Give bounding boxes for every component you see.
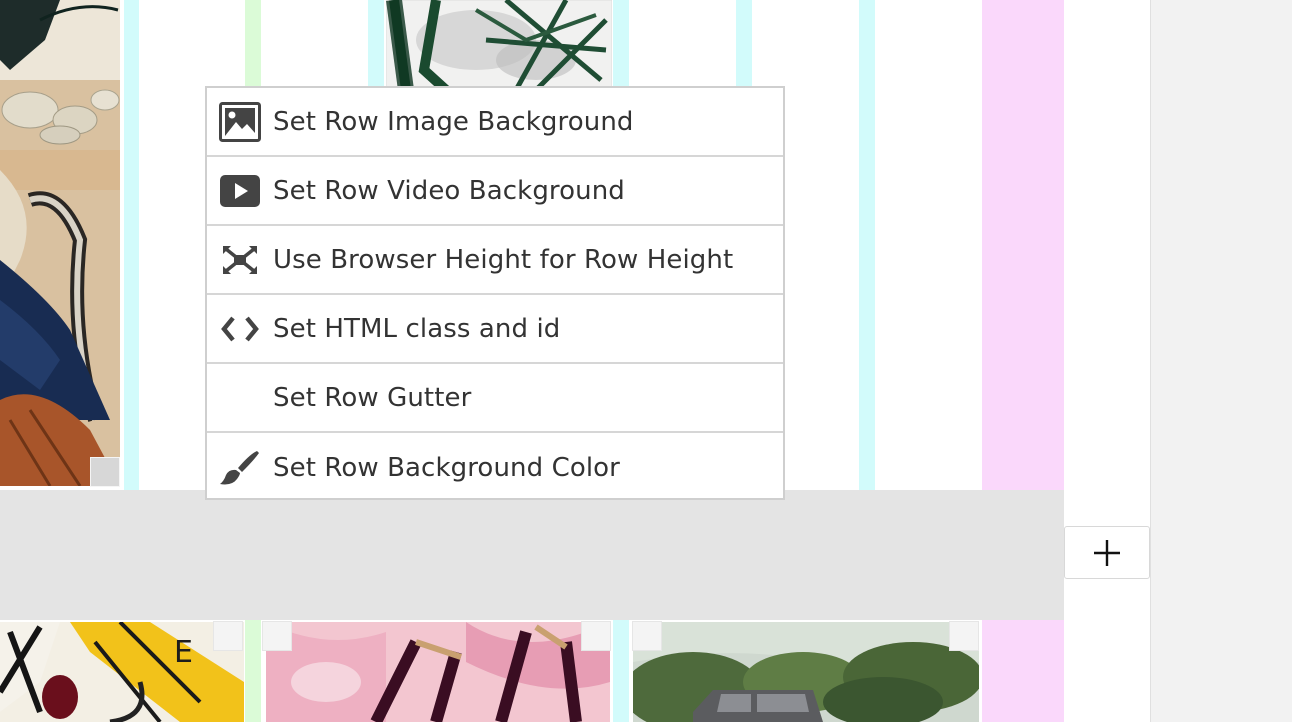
artwork-resize-handle[interactable] <box>632 621 662 651</box>
column-guide <box>982 620 1064 722</box>
menu-item-label: Set HTML class and id <box>273 313 561 344</box>
column-guide <box>982 0 1064 490</box>
menu-item-background-color[interactable]: Set Row Background Color <box>207 433 783 502</box>
artwork-resize-handle[interactable] <box>262 621 292 651</box>
column-guide <box>124 0 139 490</box>
image-icon <box>207 87 273 156</box>
add-row-button[interactable] <box>1064 526 1150 579</box>
blank-icon <box>207 363 273 432</box>
artwork-resize-handle[interactable] <box>213 621 243 651</box>
paintbrush-icon <box>207 433 273 502</box>
column-guide <box>245 620 261 722</box>
plus-icon <box>1094 539 1120 566</box>
artwork-resize-handle[interactable] <box>949 621 979 651</box>
row-gap <box>0 490 1064 620</box>
menu-item-html-class-id[interactable]: Set HTML class and id <box>207 295 783 364</box>
artwork-resize-handle[interactable] <box>90 457 120 487</box>
artwork-ink-figure[interactable] <box>386 0 612 90</box>
column-guide <box>859 0 875 490</box>
video-play-icon <box>207 156 273 225</box>
menu-item-label: Set Row Background Color <box>273 452 620 483</box>
menu-item-label: Use Browser Height for Row Height <box>273 244 734 275</box>
artwork-green-landscape[interactable] <box>633 622 979 722</box>
menu-item-label: Set Row Image Background <box>273 106 634 137</box>
artwork-landscape-top-left[interactable] <box>0 0 120 486</box>
menu-item-row-gutter[interactable]: Set Row Gutter <box>207 364 783 433</box>
artwork-yellow-letters[interactable]: E <box>0 622 244 722</box>
artwork-letter: E <box>174 635 193 670</box>
menu-item-image-background[interactable]: Set Row Image Background <box>207 88 783 157</box>
artwork-resize-handle[interactable] <box>581 621 611 651</box>
menu-item-label: Set Row Video Background <box>273 175 625 206</box>
code-brackets-icon <box>207 294 273 363</box>
column-guide <box>613 620 629 722</box>
menu-item-label: Set Row Gutter <box>273 382 472 413</box>
expand-icon <box>207 225 273 294</box>
menu-item-browser-height[interactable]: Use Browser Height for Row Height <box>207 226 783 295</box>
row-options-menu: Set Row Image Background Set Row Video B… <box>205 86 785 500</box>
outer-background <box>1151 0 1292 722</box>
artwork-pink-abstract[interactable] <box>266 622 610 722</box>
row-controls-column <box>1064 0 1151 722</box>
menu-item-video-background[interactable]: Set Row Video Background <box>207 157 783 226</box>
